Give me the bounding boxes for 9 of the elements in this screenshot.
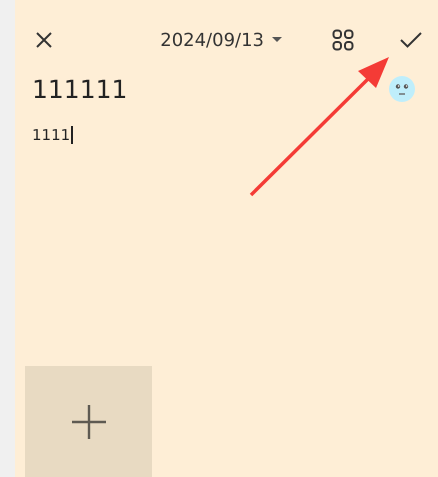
grid-icon[interactable]: [332, 29, 354, 51]
dropdown-caret-icon[interactable]: [272, 37, 282, 43]
date-selector[interactable]: 2024/09/13: [160, 30, 264, 50]
note-body[interactable]: 1111: [32, 126, 70, 144]
close-icon[interactable]: [35, 31, 53, 49]
plus-icon: [70, 404, 106, 440]
note-title[interactable]: 111111: [32, 74, 128, 104]
mood-face-icon[interactable]: [388, 75, 416, 103]
check-icon[interactable]: [400, 32, 422, 48]
